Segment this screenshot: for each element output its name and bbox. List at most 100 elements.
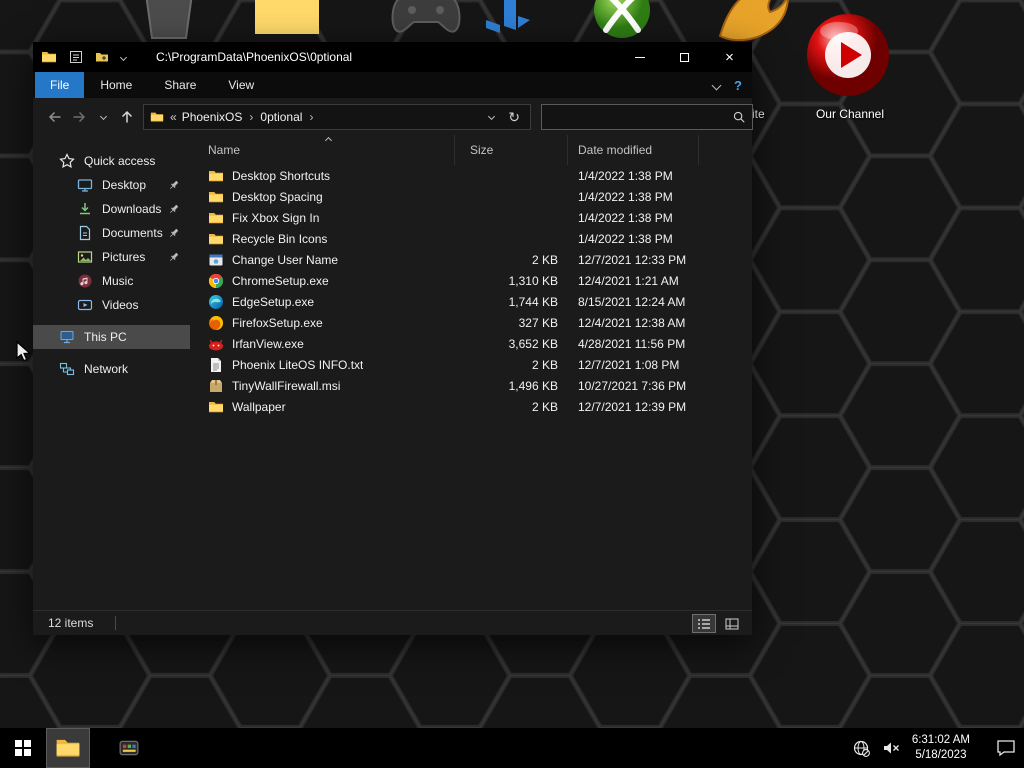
breadcrumb-overflow-icon[interactable]: «	[170, 110, 177, 124]
file-name: Recycle Bin Icons	[232, 231, 328, 246]
breadcrumb-segment-phoenixos[interactable]: PhoenixOS	[182, 110, 243, 124]
file-date: 10/27/2021 7:36 PM	[578, 378, 687, 393]
controller-desktop-icon[interactable]	[390, 0, 462, 36]
column-header-size[interactable]: Size	[455, 135, 568, 165]
network-globe-icon[interactable]	[852, 739, 870, 757]
playstation-desktop-icon[interactable]	[480, 0, 536, 38]
taskbar: 6:31:02 AM 5/18/2023	[0, 728, 1024, 768]
search-input[interactable]	[548, 108, 732, 125]
volume-muted-icon[interactable]	[882, 739, 900, 757]
sidebar-item-documents[interactable]: Documents	[33, 221, 190, 245]
breadcrumb-separator-icon[interactable]: ›	[309, 110, 313, 124]
refresh-icon[interactable]: ↻	[508, 110, 520, 124]
folder-desktop-icon[interactable]	[252, 0, 322, 38]
file-name: Wallpaper	[232, 399, 286, 414]
sidebar-item-pictures[interactable]: Pictures	[33, 245, 190, 269]
address-dropdown-chevron-icon[interactable]	[488, 112, 496, 121]
window-controls: ×	[617, 42, 752, 72]
music-icon	[77, 273, 93, 289]
address-box[interactable]: « PhoenixOS › 0ptional › ↻	[143, 103, 531, 130]
pin-icon	[167, 203, 180, 216]
file-row-firefoxsetup-exe[interactable]: FirefoxSetup.exe 327 KB 12/4/2021 12:38 …	[190, 312, 752, 333]
our-channel-label[interactable]: Our Channel	[810, 107, 890, 121]
file-size: 327 KB	[518, 315, 558, 330]
taskbar-app-icon[interactable]	[106, 728, 152, 768]
firefox-icon	[208, 315, 224, 331]
xbox-desktop-icon[interactable]	[590, 0, 654, 40]
file-name: IrfanView.exe	[232, 336, 304, 351]
folder-icon	[208, 189, 224, 205]
file-date: 12/4/2021 12:38 AM	[578, 315, 686, 330]
navigation-pane: Quick access Desktop Downloads Documents…	[33, 135, 190, 610]
file-size: 3,652 KB	[508, 336, 558, 351]
sidebar-item-label: Network	[84, 362, 129, 376]
taskbar-clock[interactable]: 6:31:02 AM 5/18/2023	[912, 733, 970, 763]
search-box[interactable]	[541, 103, 753, 130]
help-icon[interactable]: ?	[734, 78, 742, 93]
start-button[interactable]	[0, 728, 46, 768]
sidebar-item-this-pc[interactable]: This PC	[33, 325, 190, 349]
file-row-wallpaper[interactable]: Wallpaper 2 KB 12/7/2021 12:39 PM	[190, 396, 752, 417]
sidebar-item-quick-access[interactable]: Quick access	[33, 149, 190, 173]
new-folder-icon[interactable]	[95, 50, 109, 64]
sidebar-item-desktop[interactable]: Desktop	[33, 173, 190, 197]
file-name: Desktop Shortcuts	[232, 168, 331, 183]
maximize-button[interactable]	[662, 42, 707, 72]
window-title: C:\ProgramData\PhoenixOS\0ptional	[156, 50, 353, 64]
sidebar-item-music[interactable]: Music	[33, 269, 190, 293]
file-name: TinyWallFirewall.msi	[232, 378, 341, 393]
ribbon-tab-view[interactable]: View	[212, 72, 270, 98]
breadcrumb: PhoenixOS › 0ptional ›	[182, 110, 490, 124]
taskbar-file-explorer-icon[interactable]	[46, 728, 90, 768]
ribbon-expand-chevron-icon[interactable]	[711, 80, 722, 90]
minimize-button[interactable]	[617, 42, 662, 72]
sidebar-item-label: Quick access	[84, 154, 156, 168]
qat-customize-chevron-icon[interactable]	[119, 53, 128, 61]
network-icon	[59, 361, 75, 377]
sidebar-item-network[interactable]: Network	[33, 357, 190, 381]
file-name: FirefoxSetup.exe	[232, 315, 323, 330]
videos-icon	[77, 297, 93, 313]
file-row-edgesetup-exe[interactable]: EdgeSetup.exe 1,744 KB 8/15/2021 12:24 A…	[190, 291, 752, 312]
ribbon-tab-home[interactable]: Home	[84, 72, 148, 98]
file-name: Fix Xbox Sign In	[232, 210, 320, 225]
breadcrumb-segment-0ptional[interactable]: 0ptional	[260, 110, 302, 124]
folder-icon	[208, 399, 224, 415]
file-row-change-user-name[interactable]: Change User Name 2 KB 12/7/2021 12:33 PM	[190, 249, 752, 270]
file-row-fix-xbox-sign-in[interactable]: Fix Xbox Sign In 1/4/2022 1:38 PM	[190, 207, 752, 228]
file-row-chromesetup-exe[interactable]: ChromeSetup.exe 1,310 KB 12/4/2021 1:21 …	[190, 270, 752, 291]
properties-icon[interactable]	[69, 50, 83, 64]
file-date: 1/4/2022 1:38 PM	[578, 168, 673, 183]
file-row-phoenix-liteos-info-txt[interactable]: Phoenix LiteOS INFO.txt 2 KB 12/7/2021 1…	[190, 354, 752, 375]
file-name: ChromeSetup.exe	[232, 273, 329, 288]
folder-icon	[208, 168, 224, 184]
forward-icon[interactable]	[67, 105, 91, 129]
search-icon[interactable]	[732, 110, 746, 124]
sidebar-item-videos[interactable]: Videos	[33, 293, 190, 317]
file-row-desktop-shortcuts[interactable]: Desktop Shortcuts 1/4/2022 1:38 PM	[190, 165, 752, 186]
our-channel-icon[interactable]	[805, 12, 891, 98]
sidebar-item-downloads[interactable]: Downloads	[33, 197, 190, 221]
ribbon-tab-file[interactable]: File	[35, 72, 85, 98]
details-view-button[interactable]	[692, 614, 716, 633]
file-row-tinywallfirewall-msi[interactable]: TinyWallFirewall.msi 1,496 KB 10/27/2021…	[190, 375, 752, 396]
file-name: Desktop Spacing	[232, 189, 323, 204]
recent-locations-chevron-icon[interactable]	[91, 105, 115, 129]
pin-icon	[167, 179, 180, 192]
back-icon[interactable]	[43, 105, 67, 129]
folder-icon	[208, 231, 224, 247]
file-row-desktop-spacing[interactable]: Desktop Spacing 1/4/2022 1:38 PM	[190, 186, 752, 207]
phoenix-desktop-icon[interactable]	[712, 0, 790, 44]
column-header-date-modified[interactable]: Date modified	[568, 135, 699, 165]
close-button[interactable]: ×	[707, 42, 752, 72]
title-bar[interactable]: C:\ProgramData\PhoenixOS\0ptional ×	[33, 42, 752, 72]
recycle-bin-icon[interactable]	[138, 0, 200, 40]
up-icon[interactable]	[115, 105, 139, 129]
file-row-recycle-bin-icons[interactable]: Recycle Bin Icons 1/4/2022 1:38 PM	[190, 228, 752, 249]
column-header-name[interactable]: Name	[190, 135, 455, 165]
breadcrumb-separator-icon[interactable]: ›	[249, 110, 253, 124]
ribbon-tab-share[interactable]: Share	[148, 72, 212, 98]
file-row-irfanview-exe[interactable]: IrfanView.exe 3,652 KB 4/28/2021 11:56 P…	[190, 333, 752, 354]
thumbnails-view-button[interactable]	[720, 614, 744, 633]
action-center-icon[interactable]	[996, 739, 1016, 757]
